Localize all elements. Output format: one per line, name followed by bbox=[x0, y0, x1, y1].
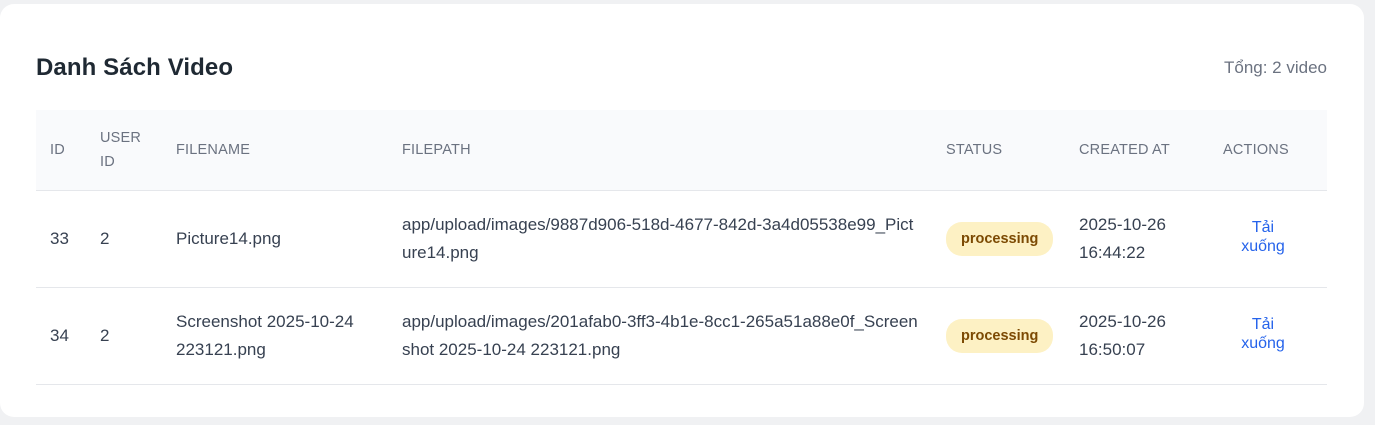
video-list-card: Danh Sách Video Tổng: 2 video ID USER ID… bbox=[0, 4, 1364, 417]
status-badge: processing bbox=[946, 318, 1054, 353]
column-header-filepath[interactable]: FILEPATH bbox=[388, 110, 932, 191]
table-row: 34 2 Screenshot 2025-10-24 223121.png ap… bbox=[36, 287, 1327, 385]
table-header-row: ID USER ID FILENAME FILEPATH STATUS CREA… bbox=[36, 110, 1327, 191]
cell-status: processing bbox=[932, 287, 1065, 385]
cell-actions: Tải xuống bbox=[1209, 287, 1327, 385]
download-link[interactable]: Tải xuống bbox=[1231, 218, 1295, 256]
column-header-created-at[interactable]: CREATED AT bbox=[1065, 110, 1209, 191]
cell-status: processing bbox=[932, 190, 1065, 288]
cell-actions: Tải xuống bbox=[1209, 190, 1327, 288]
column-header-actions: ACTIONS bbox=[1209, 110, 1327, 191]
cell-created-at: 2025-10-26 16:44:22 bbox=[1065, 190, 1209, 288]
cell-id: 34 bbox=[36, 287, 86, 385]
cell-user-id: 2 bbox=[86, 287, 162, 385]
column-header-filename[interactable]: FILENAME bbox=[162, 110, 388, 191]
cell-filepath: app/upload/images/201afab0-3ff3-4b1e-8cc… bbox=[388, 287, 932, 385]
column-header-status[interactable]: STATUS bbox=[932, 110, 1065, 191]
cell-id: 33 bbox=[36, 190, 86, 288]
column-header-user-id[interactable]: USER ID bbox=[86, 110, 162, 191]
cell-user-id: 2 bbox=[86, 190, 162, 288]
column-header-id[interactable]: ID bbox=[36, 110, 86, 191]
card-header: Danh Sách Video Tổng: 2 video bbox=[36, 48, 1327, 88]
cell-created-at: 2025-10-26 16:50:07 bbox=[1065, 287, 1209, 385]
total-count: Tổng: 2 video bbox=[1223, 58, 1327, 77]
status-badge: processing bbox=[946, 221, 1054, 256]
video-table: ID USER ID FILENAME FILEPATH STATUS CREA… bbox=[36, 110, 1327, 385]
page-title: Danh Sách Video bbox=[36, 54, 234, 81]
table-row: 33 2 Picture14.png app/upload/images/988… bbox=[36, 190, 1327, 288]
download-link[interactable]: Tải xuống bbox=[1231, 315, 1295, 353]
cell-filename: Picture14.png bbox=[162, 190, 388, 288]
cell-filename: Screenshot 2025-10-24 223121.png bbox=[162, 287, 388, 385]
cell-filepath: app/upload/images/9887d906-518d-4677-842… bbox=[388, 190, 932, 288]
